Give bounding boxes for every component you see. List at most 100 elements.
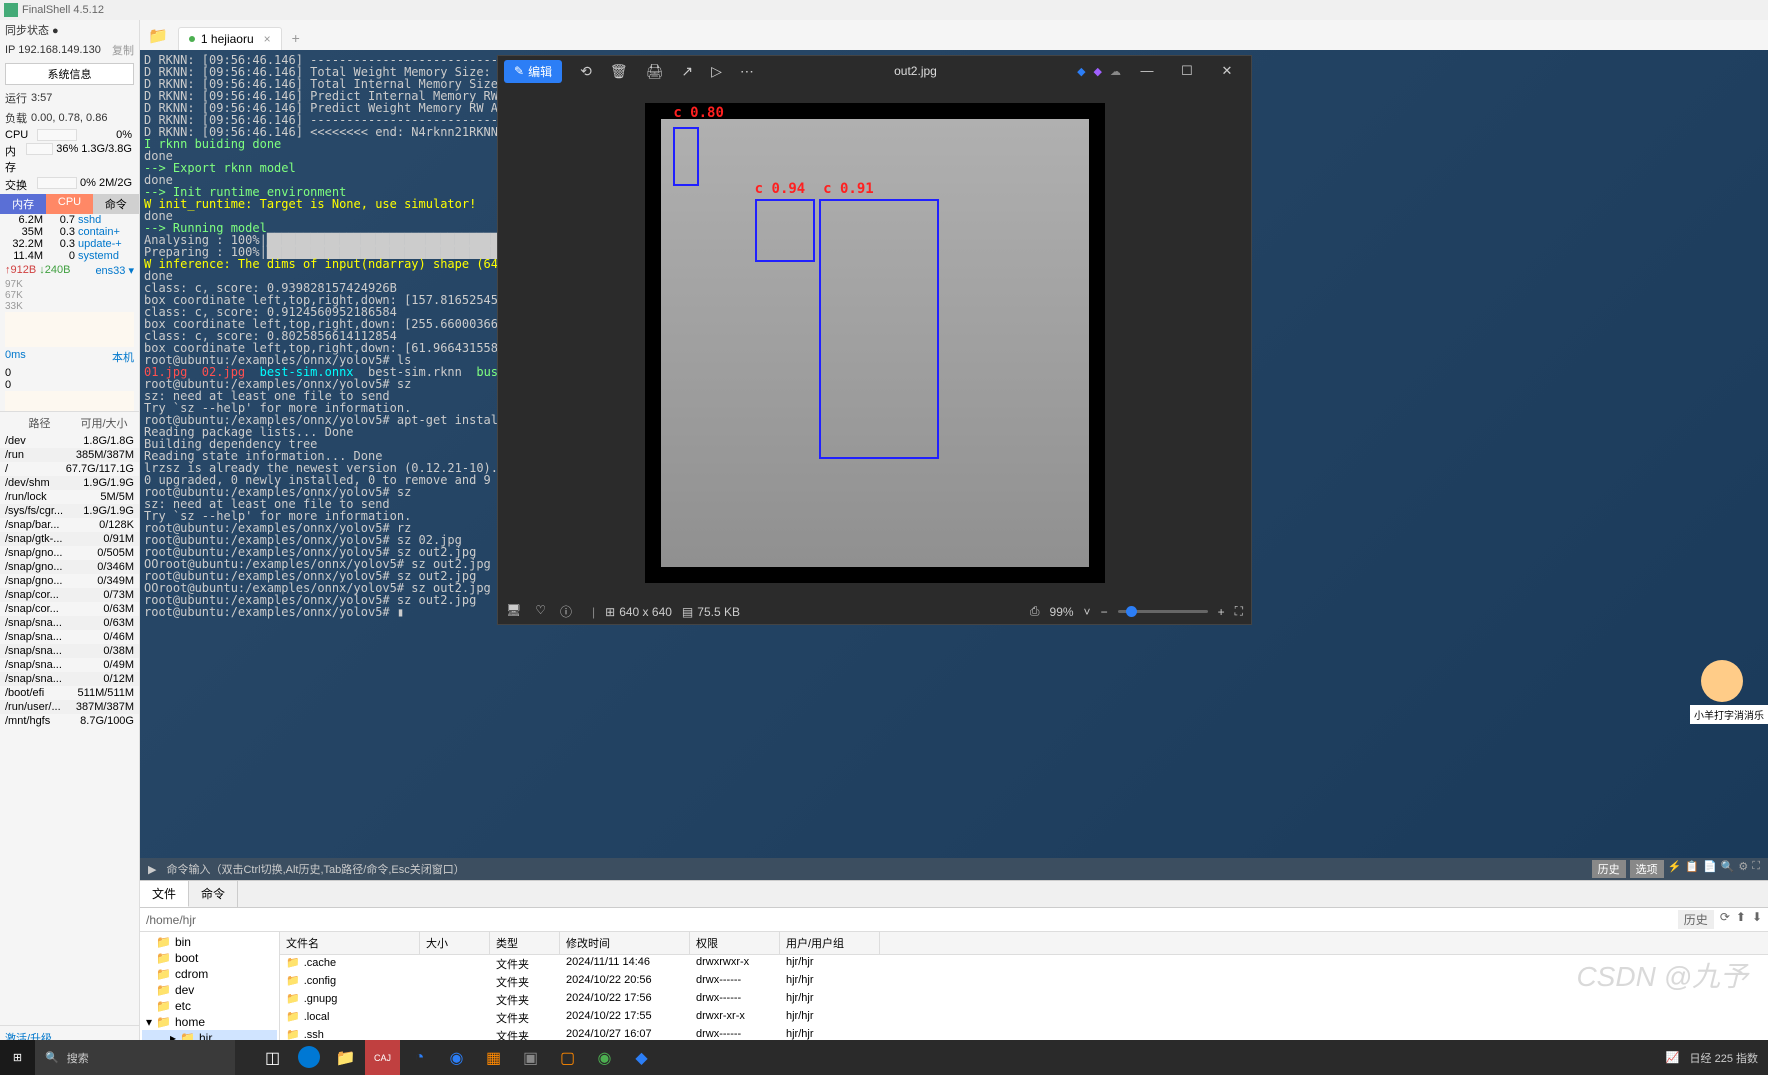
share-icon[interactable]: ↗ bbox=[681, 63, 693, 80]
tree-item[interactable]: 📁 cdrom bbox=[142, 966, 277, 982]
explorer-icon[interactable]: 📁 bbox=[328, 1040, 363, 1075]
pin-icon[interactable]: ◆ bbox=[1077, 65, 1085, 78]
refresh-icon[interactable]: ⟳ bbox=[1720, 910, 1730, 929]
zoom-dropdown-icon[interactable]: ˅ bbox=[1084, 605, 1091, 619]
file-row[interactable]: 📁.gnupg文件夹2024/10/22 17:56drwx------hjr/… bbox=[280, 991, 1768, 1009]
sys-info-button[interactable]: 系统信息 bbox=[5, 63, 134, 85]
vbox-icon[interactable]: ▢ bbox=[550, 1040, 585, 1075]
fs-row[interactable]: /snap/gtk-...0/91M bbox=[0, 532, 139, 546]
file-row[interactable]: 📁.local文件夹2024/10/22 17:55drwxr-xr-xhjr/… bbox=[280, 1009, 1768, 1027]
file-row[interactable]: 📁.cache文件夹2024/11/11 14:46drwxrwxr-xhjr/… bbox=[280, 955, 1768, 973]
download-icon[interactable]: ⬇ bbox=[1752, 910, 1762, 929]
search-icon[interactable]: 🔍 bbox=[1721, 860, 1735, 878]
print-icon[interactable]: 🖨 bbox=[646, 63, 664, 80]
more-icon[interactable]: ⋯ bbox=[740, 63, 754, 80]
fs-row[interactable]: /snap/cor...0/73M bbox=[0, 588, 139, 602]
add-tab-icon[interactable]: + bbox=[284, 26, 308, 50]
zoom-in-icon[interactable]: + bbox=[1218, 605, 1225, 619]
screenshot-icon[interactable]: ⎙ bbox=[1030, 604, 1040, 619]
fs-row[interactable]: /snap/sna...0/49M bbox=[0, 658, 139, 672]
cloud-icon[interactable]: ☁ bbox=[1110, 65, 1121, 78]
fs-row[interactable]: /sys/fs/cgr...1.9G/1.9G bbox=[0, 504, 139, 518]
vm-icon[interactable]: ▣ bbox=[513, 1040, 548, 1075]
expand-icon[interactable]: ▶ bbox=[148, 863, 156, 876]
monitor-icon[interactable]: 🖥 bbox=[506, 603, 521, 620]
close-icon[interactable]: × bbox=[264, 32, 271, 46]
mem-pct: 36% bbox=[53, 143, 81, 175]
maximize-icon[interactable]: ☐ bbox=[1169, 63, 1205, 79]
fs-row[interactable]: /snap/sna...0/38M bbox=[0, 644, 139, 658]
fs-row[interactable]: /snap/sna...0/63M bbox=[0, 616, 139, 630]
fs-row[interactable]: /67.7G/117.1G bbox=[0, 462, 139, 476]
session-tab[interactable]: 1 hejiaoru × bbox=[178, 27, 282, 50]
fs-row[interactable]: /run/user/...387M/387M bbox=[0, 700, 139, 714]
tree-item[interactable]: 📁 bin bbox=[142, 934, 277, 950]
fs-row[interactable]: /run385M/387M bbox=[0, 448, 139, 462]
fs-row[interactable]: /snap/sna...0/46M bbox=[0, 630, 139, 644]
fs-row[interactable]: /snap/gno...0/346M bbox=[0, 560, 139, 574]
fs-row[interactable]: /snap/cor...0/63M bbox=[0, 602, 139, 616]
fs-row[interactable]: /dev1.8G/1.8G bbox=[0, 434, 139, 448]
tab-mem[interactable]: 内存 bbox=[0, 194, 46, 214]
taskbar-search[interactable]: 🔍搜索 bbox=[35, 1040, 235, 1075]
edit-button[interactable]: ✎ 编辑 bbox=[504, 60, 562, 83]
fs-row[interactable]: /snap/gno...0/349M bbox=[0, 574, 139, 588]
wechat-icon[interactable]: ◉ bbox=[587, 1040, 622, 1075]
stock-text[interactable]: 日经 225 指数 bbox=[1690, 1050, 1758, 1066]
tab-cpu[interactable]: CPU bbox=[46, 194, 92, 214]
fs-row[interactable]: /run/lock5M/5M bbox=[0, 490, 139, 504]
upload-icon[interactable]: ⬆ bbox=[1736, 910, 1746, 929]
taskview-icon[interactable]: ◫ bbox=[255, 1040, 290, 1075]
finalshell-icon[interactable]: ◆ bbox=[624, 1040, 659, 1075]
expand-icon[interactable]: ⛶ bbox=[1235, 604, 1243, 619]
sheep-avatar[interactable] bbox=[1701, 660, 1743, 702]
stock-icon[interactable]: 📈 bbox=[1666, 1051, 1680, 1064]
swap-val: 2M/2G bbox=[99, 177, 134, 193]
fs-row[interactable]: /snap/bar...0/128K bbox=[0, 518, 139, 532]
local-label[interactable]: 本机 bbox=[112, 349, 134, 365]
app-icon-1[interactable]: ◔ bbox=[402, 1040, 437, 1075]
caj-icon[interactable]: CAJ bbox=[365, 1040, 400, 1075]
file-tab[interactable]: 文件 bbox=[140, 881, 189, 907]
fs-row[interactable]: /snap/sna...0/12M bbox=[0, 672, 139, 686]
play-icon[interactable]: ▷ bbox=[711, 63, 722, 80]
options-button[interactable]: 选项 bbox=[1630, 860, 1664, 878]
app-icon-3[interactable]: ▦ bbox=[476, 1040, 511, 1075]
image-canvas[interactable]: c 0.80c 0.94c 0.91 bbox=[498, 86, 1251, 599]
tree-item[interactable]: 📁 etc bbox=[142, 998, 277, 1014]
current-path[interactable]: /home/hjr bbox=[146, 913, 1678, 927]
edge-icon[interactable] bbox=[298, 1046, 320, 1068]
heart-icon[interactable]: ♡ bbox=[535, 603, 546, 620]
close-window-icon[interactable]: ✕ bbox=[1209, 63, 1245, 79]
zoom-slider[interactable] bbox=[1118, 610, 1208, 613]
cmd-tab[interactable]: 命令 bbox=[189, 881, 238, 907]
file-row[interactable]: 📁.config文件夹2024/10/22 20:56drwx------hjr… bbox=[280, 973, 1768, 991]
fs-row[interactable]: /snap/gno...0/505M bbox=[0, 546, 139, 560]
paste-icon[interactable]: 📄 bbox=[1703, 860, 1717, 878]
info-icon[interactable]: ⓘ bbox=[560, 603, 572, 620]
gear-icon[interactable]: ⚙ bbox=[1738, 860, 1748, 878]
copy-icon[interactable]: 📋 bbox=[1685, 860, 1699, 878]
fs-row[interactable]: /mnt/hgfs8.7G/100G bbox=[0, 714, 139, 728]
tree-item[interactable]: 📁 dev bbox=[142, 982, 277, 998]
zoom-out-icon[interactable]: − bbox=[1101, 605, 1108, 619]
image-title: out2.jpg bbox=[754, 64, 1077, 78]
net-interface[interactable]: ens33 ▾ bbox=[95, 264, 134, 277]
fs-row[interactable]: /dev/shm1.9G/1.9G bbox=[0, 476, 139, 490]
copy-link[interactable]: 复制 bbox=[112, 42, 134, 58]
tree-item[interactable]: 📁 boot bbox=[142, 950, 277, 966]
history-button[interactable]: 历史 bbox=[1592, 860, 1626, 878]
app-icon-2[interactable]: ◉ bbox=[439, 1040, 474, 1075]
rotate-icon[interactable]: ⟲ bbox=[580, 63, 592, 80]
tree-item[interactable]: ▾ 📁 home bbox=[142, 1014, 277, 1030]
minimize-icon[interactable]: — bbox=[1129, 63, 1165, 79]
start-button[interactable]: ⊞ bbox=[0, 1040, 35, 1075]
path-history-button[interactable]: 历史 bbox=[1678, 910, 1714, 929]
flash-icon[interactable]: ⚡ bbox=[1668, 860, 1682, 878]
fullscreen-icon[interactable]: ⛶ bbox=[1752, 860, 1760, 878]
purple-icon[interactable]: ◆ bbox=[1094, 65, 1102, 78]
delete-icon[interactable]: 🗑 bbox=[610, 63, 628, 80]
fs-row[interactable]: /boot/efi511M/511M bbox=[0, 686, 139, 700]
tab-cmd[interactable]: 命令 bbox=[93, 194, 139, 214]
folder-icon[interactable]: 📁 bbox=[148, 26, 168, 46]
